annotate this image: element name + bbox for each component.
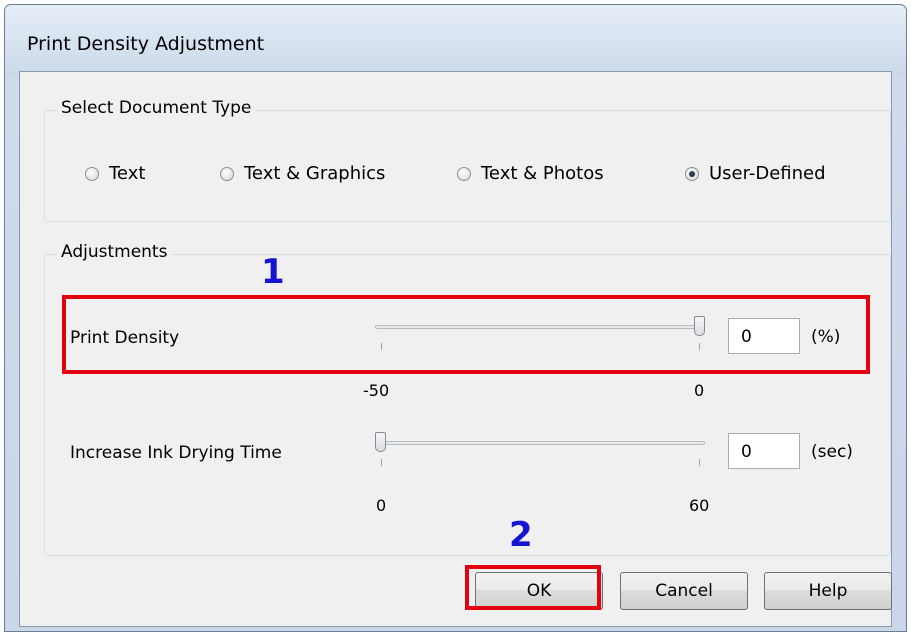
- ink-drying-input[interactable]: 0: [728, 433, 800, 469]
- radio-user-defined-indicator[interactable]: [685, 166, 699, 181]
- ink-drying-max-label: 60: [689, 496, 710, 515]
- radio-text-label: Text: [109, 163, 146, 184]
- radio-text-graphics-indicator[interactable]: [220, 166, 234, 181]
- step-1-number: 1: [261, 252, 285, 292]
- print-density-min-label: -50: [363, 381, 390, 400]
- adjustments-group-label: Adjustments: [57, 242, 172, 262]
- ink-drying-unit: (sec): [811, 442, 853, 462]
- radio-text-graphics[interactable]: Text & Graphics: [220, 163, 385, 184]
- ink-drying-min-label: 0: [376, 496, 387, 515]
- print-density-highlight-box: [62, 295, 870, 374]
- title-bar: Print Density Adjustment: [5, 5, 906, 77]
- radio-user-defined-label: User-Defined: [709, 163, 826, 184]
- radio-text-photos[interactable]: Text & Photos: [457, 163, 604, 184]
- ink-drying-label: Increase Ink Drying Time: [70, 443, 282, 463]
- radio-text-indicator[interactable]: [85, 166, 99, 181]
- radio-text-graphics-label: Text & Graphics: [244, 163, 386, 184]
- radio-user-defined[interactable]: User-Defined: [685, 163, 826, 184]
- document-type-group: Select Document Type Text Text & Graphic…: [44, 98, 891, 222]
- step-2-number: 2: [509, 515, 533, 555]
- ink-drying-tick-min: [381, 459, 382, 466]
- print-density-max-label: 0: [694, 381, 705, 400]
- ink-drying-slider-track[interactable]: [375, 441, 705, 445]
- dialog-title: Print Density Adjustment: [27, 33, 265, 55]
- radio-text-photos-indicator[interactable]: [457, 166, 471, 181]
- ink-drying-slider-thumb[interactable]: [375, 432, 386, 452]
- document-type-group-label: Select Document Type: [57, 98, 256, 118]
- ok-highlight-box: [465, 565, 601, 610]
- cancel-button[interactable]: Cancel: [620, 572, 748, 610]
- ink-drying-tick-max: [699, 459, 700, 466]
- help-button[interactable]: Help: [764, 572, 892, 610]
- radio-text[interactable]: Text: [85, 163, 145, 184]
- radio-text-photos-label: Text & Photos: [481, 163, 604, 184]
